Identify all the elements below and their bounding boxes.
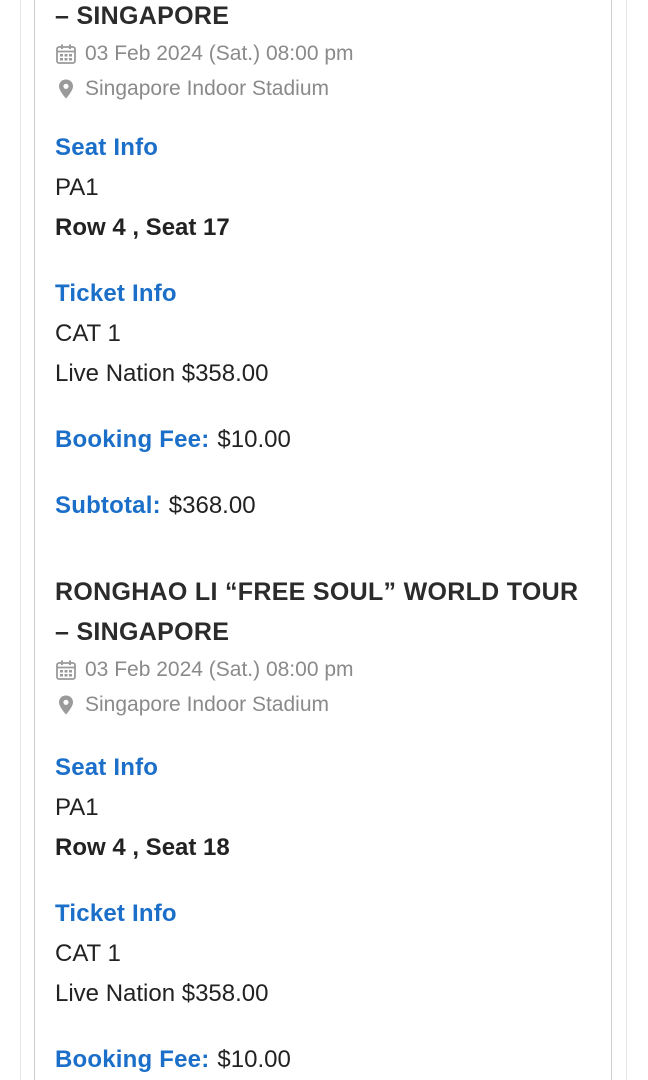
page-right-rule (626, 0, 627, 1080)
event-title-line-2: – SINGAPORE (55, 618, 230, 646)
event-venue-row: Singapore Indoor Stadium (55, 71, 329, 106)
ticket-price: Live Nation $358.00 (55, 980, 269, 1007)
event-date: 03 Feb 2024 (Sat.) 08:00 pm (85, 41, 354, 65)
ticket-card-content: RONGHAO LI “FREE SOUL” WORLD TOUR – SING… (55, 572, 591, 1080)
event-date: 03 Feb 2024 (Sat.) 08:00 pm (85, 657, 354, 681)
event-venue-row: Singapore Indoor Stadium (55, 687, 329, 722)
event-venue: Singapore Indoor Stadium (85, 76, 329, 100)
event-date-row: 03 Feb 2024 (Sat.) 08:00 pm (55, 652, 354, 687)
calendar-icon (56, 44, 76, 64)
booking-fee-row: Booking Fee: $10.00 (55, 1046, 291, 1074)
map-pin-icon (59, 79, 73, 98)
ticket-category: CAT 1 (55, 940, 121, 967)
booking-fee-label: Booking Fee: (55, 426, 210, 453)
subtotal-label: Subtotal: (55, 492, 161, 519)
event-title-line-1: RONGHAO LI “FREE SOUL” WORLD TOUR (55, 578, 579, 606)
seat-section: PA1 (55, 174, 99, 201)
seat-info-heading: Seat Info (55, 754, 159, 781)
subtotal-row: Subtotal: $368.00 (55, 492, 256, 520)
seat-info-heading: Seat Info (55, 134, 159, 161)
booking-fee-value: $10.00 (217, 426, 291, 453)
ticket-order-page: – SINGAPORE 03 Feb 2024 (Sat.) 08:00 pm (0, 0, 648, 1080)
event-venue: Singapore Indoor Stadium (85, 692, 329, 716)
ticket-category: CAT 1 (55, 320, 121, 347)
event-date-row: 03 Feb 2024 (Sat.) 08:00 pm (55, 36, 354, 71)
ticket-info-heading: Ticket Info (55, 900, 177, 927)
ticket-card: – SINGAPORE 03 Feb 2024 (Sat.) 08:00 pm (34, 0, 612, 551)
ticket-card-content: – SINGAPORE 03 Feb 2024 (Sat.) 08:00 pm (55, 0, 591, 556)
row-seat: Row 4 , Seat 17 (55, 214, 230, 241)
seat-section: PA1 (55, 794, 99, 821)
booking-fee-value: $10.00 (217, 1046, 291, 1073)
calendar-icon (56, 660, 76, 680)
event-title-line-2: – SINGAPORE (55, 2, 230, 30)
subtotal-value: $368.00 (168, 492, 256, 519)
map-pin-icon (59, 695, 73, 714)
ticket-card: RONGHAO LI “FREE SOUL” WORLD TOUR – SING… (34, 550, 612, 1080)
ticket-info-heading: Ticket Info (55, 280, 177, 307)
ticket-price: Live Nation $358.00 (55, 360, 269, 387)
booking-fee-row: Booking Fee: $10.00 (55, 426, 291, 454)
booking-fee-label: Booking Fee: (55, 1046, 210, 1073)
page-left-rule (20, 0, 21, 1080)
row-seat: Row 4 , Seat 18 (55, 834, 230, 861)
